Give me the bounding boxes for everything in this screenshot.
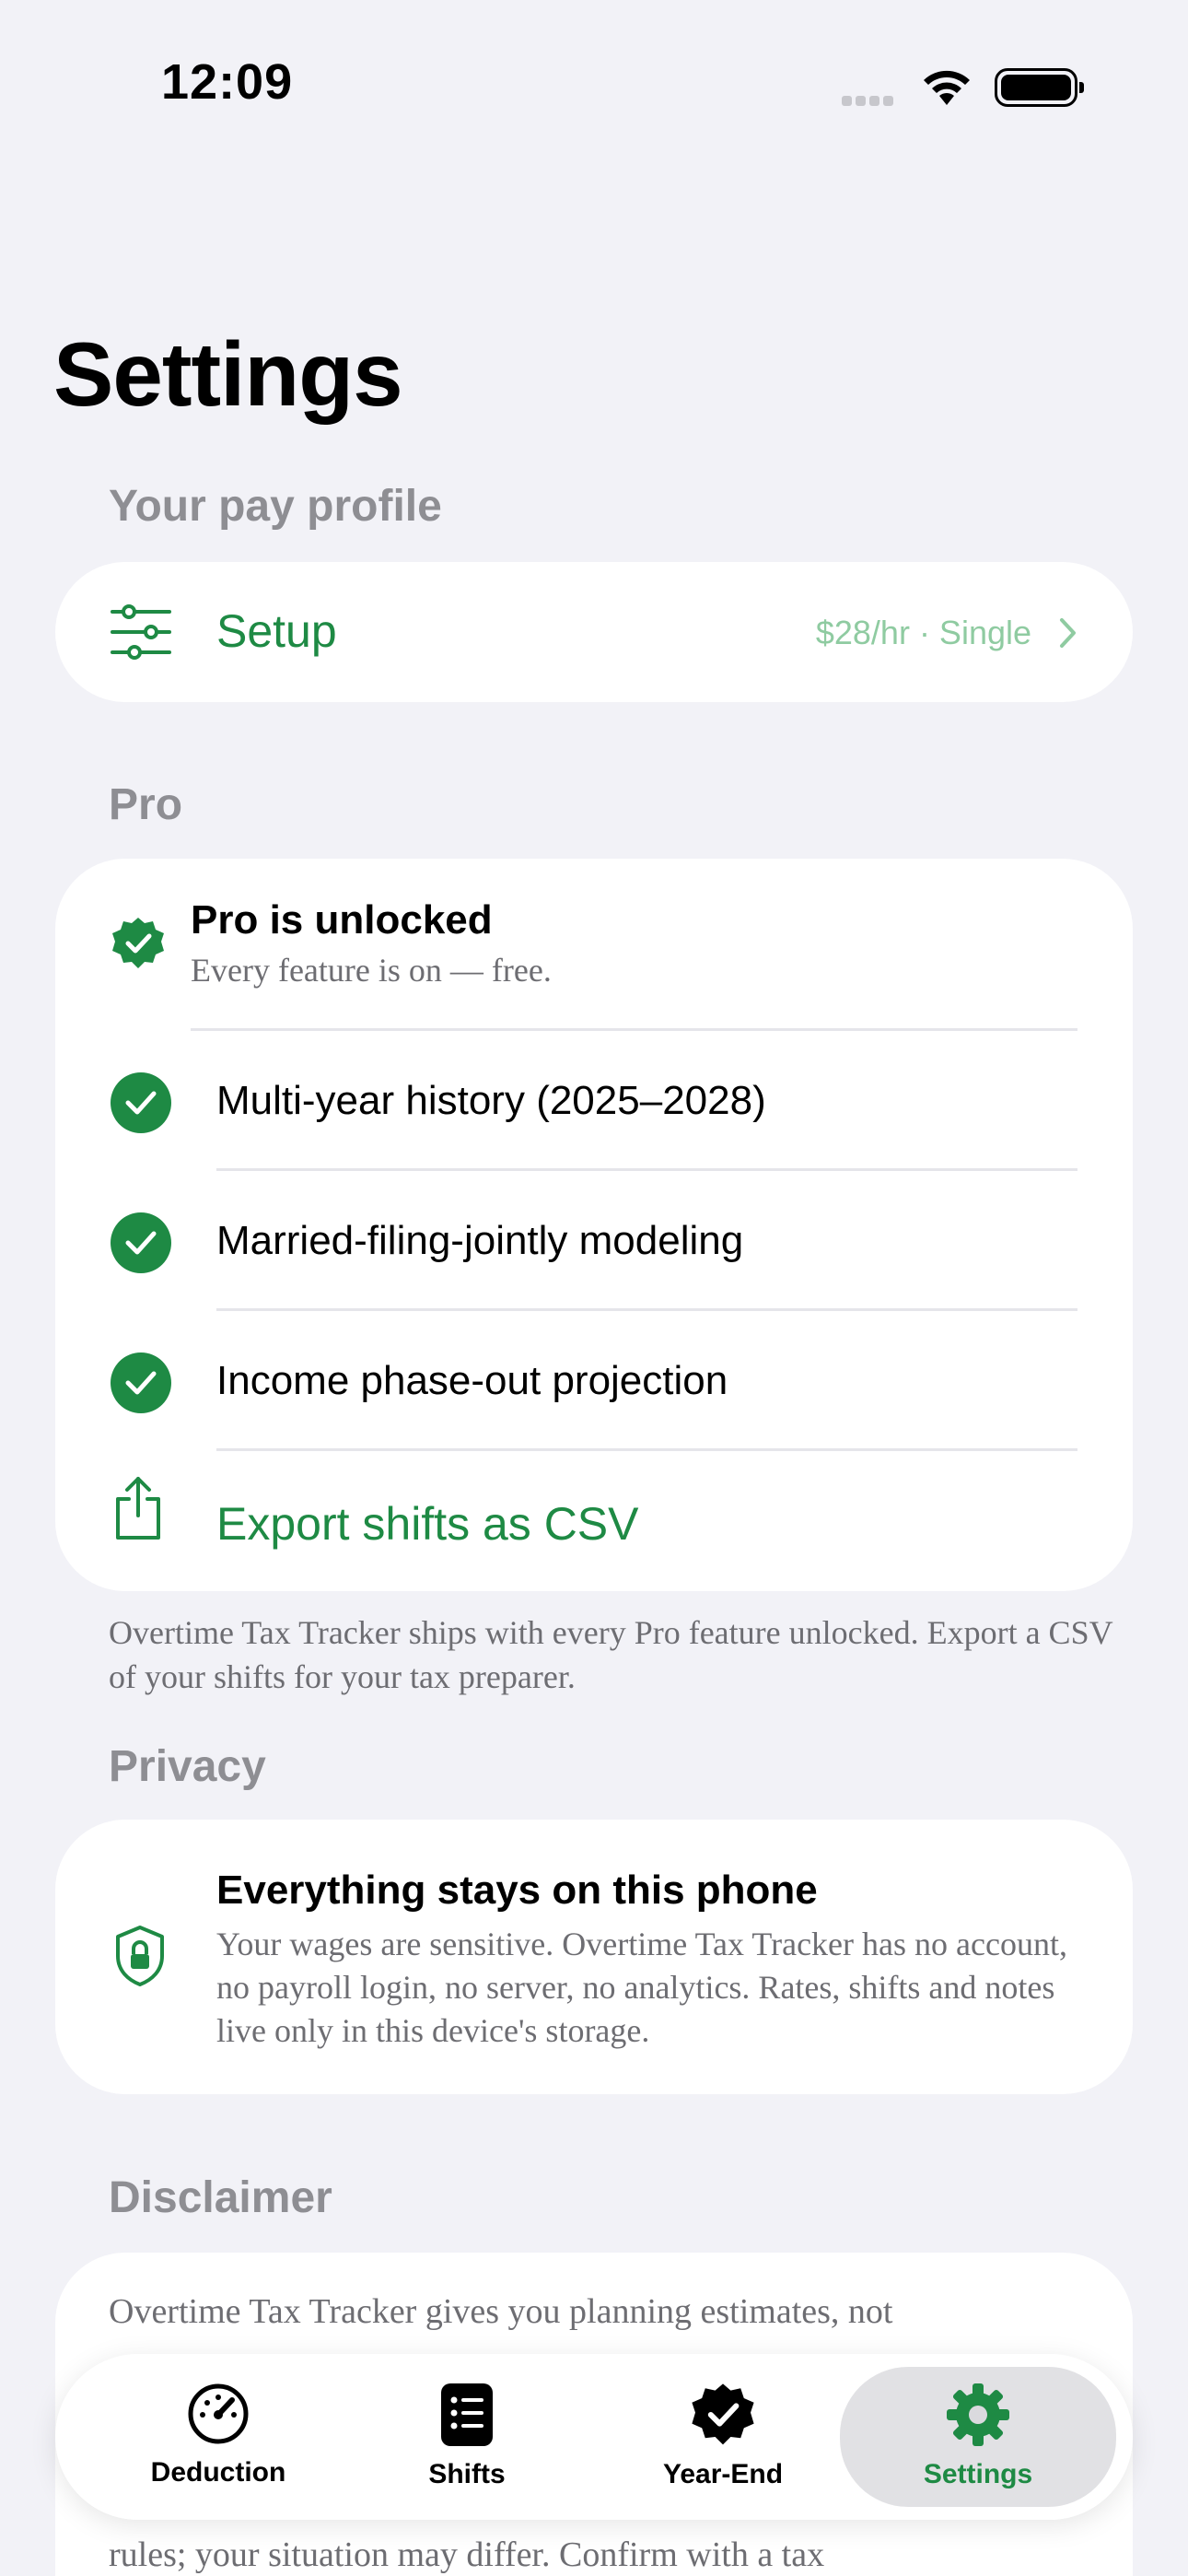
checkmark-seal-icon	[112, 918, 164, 968]
status-time: 12:09	[161, 54, 294, 110]
export-csv-button[interactable]: Export shifts as CSV	[55, 1453, 1133, 1591]
section-header-pro: Pro	[109, 780, 183, 829]
tab-label: Year-End	[662, 2459, 784, 2489]
tab-shifts[interactable]: Shifts	[343, 2354, 591, 2520]
chevron-right-icon	[1060, 618, 1076, 648]
lock-shield-icon	[116, 1926, 164, 1986]
feature-multi-year-history: Multi-year history (2025–2028)	[216, 1078, 766, 1123]
checkmark-circle-icon	[111, 1072, 171, 1133]
sliders-icon	[111, 604, 171, 660]
setup-value: $28/hr · Single	[815, 614, 1031, 651]
checkmark-circle-icon	[111, 1352, 171, 1413]
setup-row[interactable]: Setup $28/hr · Single	[55, 562, 1133, 702]
share-icon	[116, 1477, 160, 1540]
page-title: Settings	[53, 323, 403, 425]
tab-label: Settings	[923, 2459, 1033, 2489]
wifi-icon	[924, 70, 970, 105]
divider	[216, 1448, 1077, 1451]
privacy-title: Everything stays on this phone	[216, 1868, 818, 1913]
tab-deduction[interactable]: Deduction	[94, 2354, 343, 2520]
checkmark-seal-icon	[692, 2383, 754, 2445]
privacy-body: Your wages are sensitive. Overtime Tax T…	[216, 1926, 1067, 2049]
feature-married-filing-jointly: Married-filing-jointly modeling	[216, 1218, 744, 1263]
feature-income-phase-out: Income phase-out projection	[216, 1358, 728, 1403]
pro-unlocked-title: Pro is unlocked	[191, 897, 493, 943]
divider	[216, 1308, 1077, 1311]
tab-year-end[interactable]: Year-End	[599, 2354, 847, 2520]
tab-label: Shifts	[428, 2459, 506, 2489]
pro-card: Pro is unlocked Every feature is on — fr…	[55, 859, 1133, 1591]
list-icon	[441, 2383, 493, 2446]
disclaimer-text: Overtime Tax Tracker gives you planning …	[109, 2292, 893, 2331]
pro-footnote: Overtime Tax Tracker ships with every Pr…	[109, 1614, 1112, 1695]
privacy-card: Everything stays on this phone Your wage…	[55, 1820, 1133, 2094]
disclaimer-text-continued: rules; your situation may differ. Confir…	[109, 2535, 825, 2574]
gear-icon	[947, 2383, 1009, 2446]
checkmark-circle-icon	[111, 1212, 171, 1273]
gauge-icon	[188, 2383, 249, 2444]
divider	[216, 1168, 1077, 1171]
tab-label: Deduction	[150, 2457, 286, 2488]
pro-unlocked-subtitle: Every feature is on — free.	[191, 952, 552, 989]
battery-icon	[995, 68, 1084, 107]
tab-settings[interactable]: Settings	[840, 2367, 1116, 2507]
export-csv-label: Export shifts as CSV	[216, 1498, 639, 1550]
section-header-pay-profile: Your pay profile	[109, 482, 442, 531]
section-header-disclaimer: Disclaimer	[109, 2173, 332, 2222]
setup-label: Setup	[216, 605, 337, 657]
cellular-signal-icon	[842, 94, 903, 106]
tab-bar: Deduction Shifts Year-End Settings	[55, 2354, 1133, 2520]
divider	[191, 1028, 1077, 1031]
section-header-privacy: Privacy	[109, 1742, 266, 1791]
